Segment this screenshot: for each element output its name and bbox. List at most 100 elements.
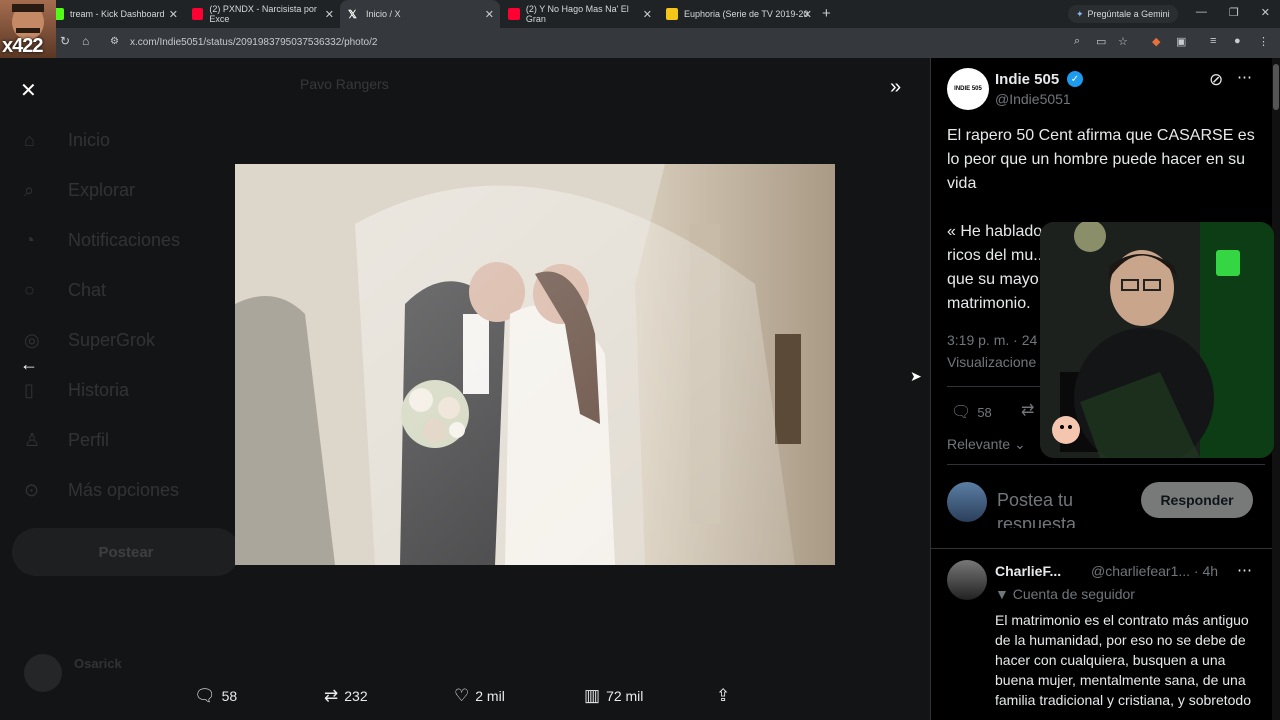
youtube-icon bbox=[508, 8, 520, 20]
tab-label: (2) Y No Hago Mas Na' El Gran bbox=[525, 4, 629, 24]
home-icon: ⌂ bbox=[24, 130, 35, 150]
reply-input[interactable]: Postea tu respuesta bbox=[997, 488, 1137, 528]
sidebar-item-notifications: Notificaciones bbox=[68, 230, 181, 250]
sidebar-post-button: Postear bbox=[12, 528, 240, 576]
more-options-icon: ⊙ bbox=[24, 480, 40, 500]
reply-action[interactable]: 🗨 58 bbox=[194, 686, 237, 706]
comment-author-name[interactable]: CharlieF... bbox=[995, 563, 1061, 579]
streamer-tag: x422 bbox=[2, 35, 43, 57]
tab-label: Euphoria (Serie de TV 2019-20 bbox=[684, 9, 809, 19]
sidebar-item-more: Más opciones bbox=[68, 480, 180, 500]
views-count: 72 mil bbox=[606, 688, 644, 704]
browser-menu-icon[interactable]: ⋮ bbox=[1258, 35, 1269, 48]
url-field[interactable]: x.com/Indie5051/status/20919837950375363… bbox=[130, 37, 377, 48]
close-tab-icon[interactable]: ✕ bbox=[325, 8, 334, 21]
sidebar-item-home: Inicio bbox=[68, 130, 111, 150]
x-logo-icon: 𝕏 bbox=[348, 9, 357, 21]
bell-icon: ◔ bbox=[24, 230, 35, 250]
tweet-views-label: Visualizacione bbox=[947, 354, 1037, 370]
like-count: 2 mil bbox=[475, 688, 505, 704]
comment-text: El matrimonio es el contrato más antiguo… bbox=[995, 612, 1252, 708]
repost-count: 232 bbox=[344, 688, 368, 704]
tab-pxndx[interactable]: (2) PXNDX - Narcisista por Exce ✕ bbox=[184, 0, 340, 28]
gemini-button[interactable]: ✦ Pregúntale a Gemini bbox=[1068, 5, 1178, 23]
previous-photo-button[interactable]: ← bbox=[20, 354, 38, 375]
reply-count: 58 bbox=[221, 688, 238, 704]
repost-action[interactable]: ⇄ 232 bbox=[324, 686, 368, 706]
author-avatar[interactable]: INDIE 505 bbox=[947, 68, 989, 110]
zoom-icon[interactable]: ⌕ bbox=[1074, 35, 1080, 48]
tweet-timestamp[interactable]: 3:19 p. m. · 24 bbox=[947, 332, 1037, 348]
scrollbar-thumb[interactable] bbox=[1273, 64, 1279, 110]
repost-icon: ⇄ bbox=[324, 686, 339, 705]
chat-icon: ○ bbox=[24, 280, 35, 300]
tab-label: tream - Kick Dashboard bbox=[70, 9, 165, 19]
cast-icon[interactable]: ▭ bbox=[1096, 35, 1106, 48]
sort-dropdown[interactable]: Relevante ⌄ bbox=[947, 436, 1026, 453]
close-viewer-button[interactable]: ✕ bbox=[20, 78, 37, 103]
wedding-photo-image bbox=[235, 164, 835, 565]
home-icon[interactable]: ⌂ bbox=[82, 34, 89, 48]
views-action[interactable]: ▥ 72 mil bbox=[584, 686, 643, 706]
sidebar-item-history: Historia bbox=[68, 380, 130, 400]
close-tab-icon[interactable]: ✕ bbox=[643, 8, 652, 21]
tab-youtube-song[interactable]: (2) Y No Hago Mas Na' El Gran ✕ bbox=[500, 0, 658, 28]
media-viewer: Pavo Rangers ⌂ Inicio ⌕ Explorar ◔ Notif… bbox=[0, 58, 930, 720]
comment-avatar[interactable] bbox=[947, 560, 987, 600]
profile-avatar-icon[interactable]: ● bbox=[1234, 35, 1241, 47]
imdb-icon bbox=[666, 8, 678, 20]
reply-stat[interactable]: 🗨 58 bbox=[951, 402, 992, 422]
grok-icon: ◎ bbox=[24, 330, 40, 350]
close-tab-icon[interactable]: ✕ bbox=[485, 8, 494, 21]
profile-icon: ♙ bbox=[24, 430, 41, 450]
sidebar-item-explore: Explorar bbox=[68, 180, 136, 200]
repost-icon[interactable]: ⇄ bbox=[1021, 400, 1034, 420]
browser-tab-bar: tream - Kick Dashboard ✕ (2) PXNDX - Nar… bbox=[0, 0, 1280, 28]
search-icon: ⌕ bbox=[24, 180, 35, 200]
share-action[interactable]: ⇪ bbox=[716, 686, 730, 706]
tab-imdb-euphoria[interactable]: Euphoria (Serie de TV 2019-20 ✕ bbox=[658, 0, 818, 28]
tab-label: (2) PXNDX - Narcisista por Exce bbox=[209, 4, 317, 24]
author-name[interactable]: Indie 505 bbox=[995, 71, 1059, 88]
reload-icon[interactable]: ↻ bbox=[60, 34, 70, 48]
maximize-icon[interactable]: ❐ bbox=[1229, 6, 1239, 19]
bookmark-star-icon[interactable]: ☆ bbox=[1118, 35, 1128, 48]
comment-more-icon[interactable]: ⋯ bbox=[1237, 561, 1252, 579]
extensions-puzzle-icon[interactable]: ▣ bbox=[1176, 35, 1186, 48]
close-tab-icon[interactable]: ✕ bbox=[803, 8, 812, 21]
comment-author-handle[interactable]: @charliefear1... · 4h bbox=[1091, 563, 1218, 579]
follower-badge-icon: ▼ bbox=[995, 586, 1009, 602]
media-controls-icon[interactable]: ≡ bbox=[1210, 35, 1216, 47]
sidebar-user-name: Osarick bbox=[74, 656, 122, 671]
tab-kick-dashboard[interactable]: tream - Kick Dashboard ✕ bbox=[44, 0, 184, 28]
divider bbox=[947, 464, 1265, 465]
tweet-photo[interactable] bbox=[235, 164, 835, 565]
youtube-icon bbox=[192, 8, 204, 20]
grok-icon[interactable]: ⊘ bbox=[1209, 70, 1223, 90]
site-settings-icon[interactable]: ⚙ bbox=[110, 36, 119, 47]
new-tab-button[interactable]: + bbox=[822, 5, 831, 22]
reply-icon: 🗨 bbox=[951, 404, 972, 421]
post-label: Postear bbox=[98, 543, 154, 561]
gemini-icon: ✦ bbox=[1076, 8, 1084, 19]
extension-fox-icon[interactable]: ◆ bbox=[1152, 35, 1160, 48]
reply-button[interactable]: Responder bbox=[1141, 482, 1253, 518]
like-action[interactable]: ♡ 2 mil bbox=[454, 686, 505, 706]
sort-label: Relevante bbox=[947, 436, 1011, 452]
webcam-image bbox=[1040, 222, 1274, 458]
gemini-label: Pregúntale a Gemini bbox=[1087, 9, 1170, 19]
mouse-cursor-icon: ➤ bbox=[910, 368, 922, 384]
heart-icon: ♡ bbox=[454, 686, 470, 705]
close-tab-icon[interactable]: ✕ bbox=[169, 8, 178, 21]
share-icon: ⇪ bbox=[716, 686, 731, 705]
author-handle[interactable]: @Indie5051 bbox=[995, 91, 1071, 107]
window-close-icon[interactable]: ✕ bbox=[1261, 6, 1270, 19]
minimize-icon[interactable]: — bbox=[1196, 6, 1207, 19]
tab-x-home[interactable]: 𝕏 Inicio / X ✕ bbox=[340, 0, 500, 28]
tab-label: Inicio / X bbox=[366, 9, 401, 19]
follower-badge-label: Cuenta de seguidor bbox=[1012, 586, 1135, 602]
expand-panel-button[interactable]: » bbox=[890, 76, 901, 99]
divider bbox=[931, 548, 1280, 549]
media-action-bar: 🗨 58 ⇄ 232 ♡ 2 mil ▥ 72 mil ⇪ bbox=[190, 684, 750, 708]
more-icon[interactable]: ⋯ bbox=[1237, 68, 1252, 86]
